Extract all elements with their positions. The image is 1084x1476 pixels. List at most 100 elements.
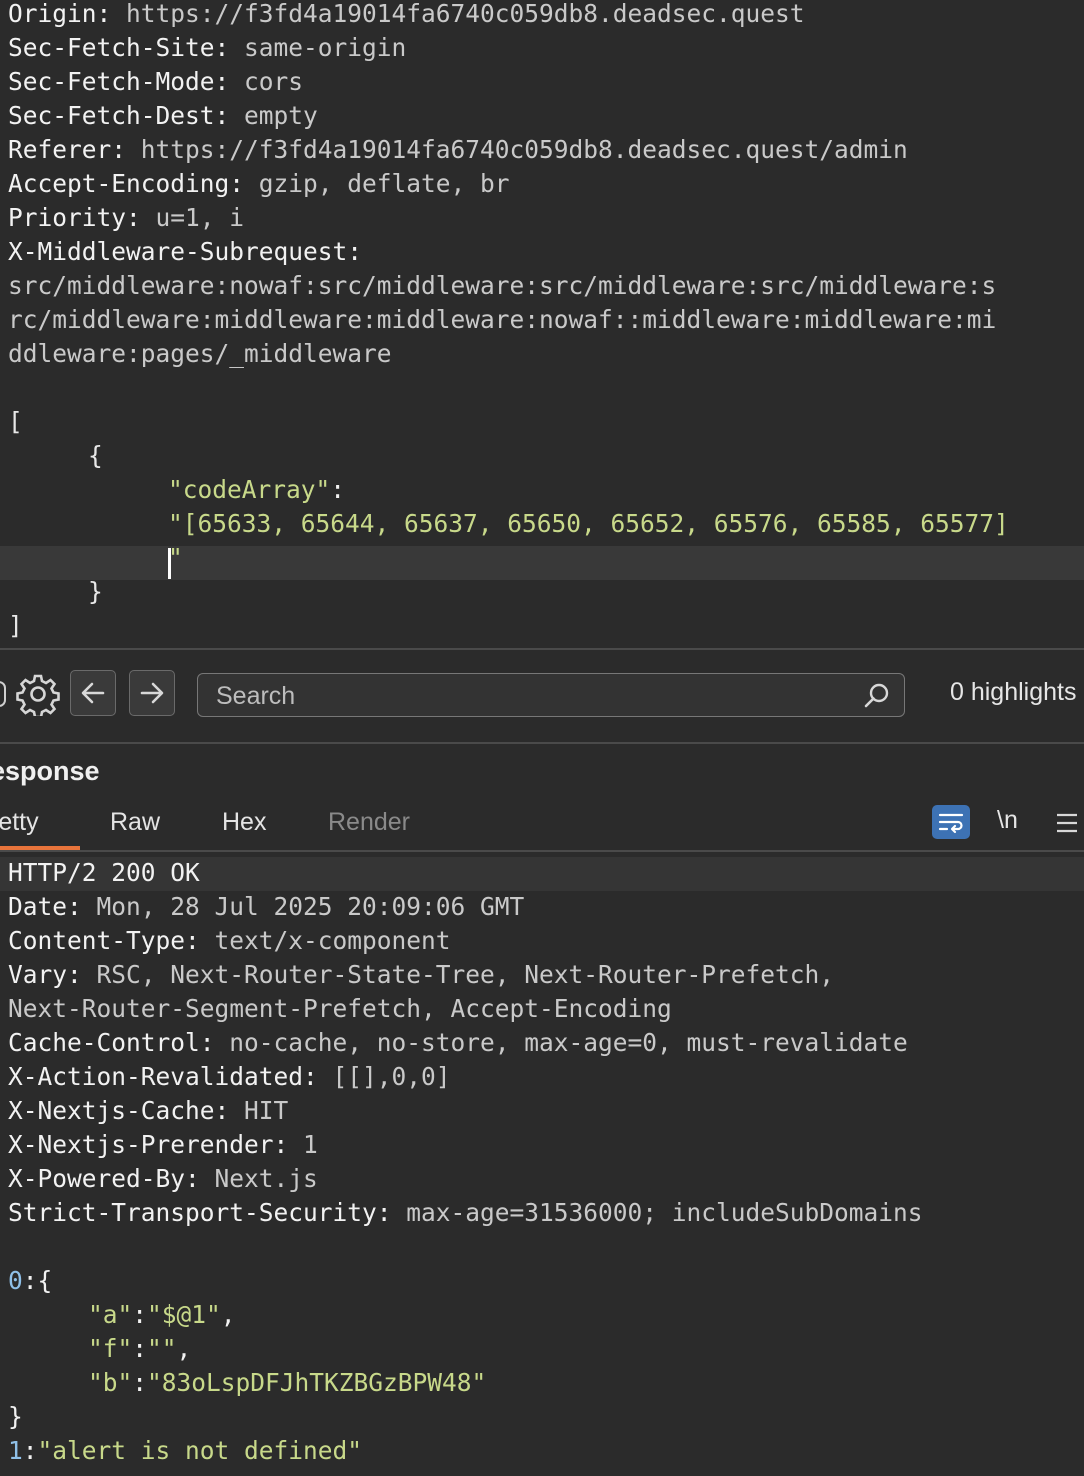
header-value: https://f3fd4a19014fa6740c059db8.deadsec… [111,0,805,28]
request-header-middleware-subrequest: X-Middleware-Subrequest: [8,235,362,269]
header-value: HIT [229,1096,289,1125]
request-editor[interactable]: Origin: https://f3fd4a19014fa6740c059db8… [0,0,1084,648]
current-line-highlight [0,546,1084,580]
json-open-brace: { [88,441,103,470]
header-value: empty [229,101,318,130]
tab-pretty[interactable]: retty [0,808,39,837]
show-newlines-button[interactable]: \n [997,806,1018,835]
request-header-origin: Origin: https://f3fd4a19014fa6740c059db8… [8,0,805,31]
text-caret [168,548,171,579]
header-key: X-Middleware-Subrequest: [8,237,363,266]
word-wrap-button[interactable] [932,805,970,839]
response-header: Strict-Transport-Security: max-age=31536… [8,1196,923,1230]
json-value: "alert is not defined" [37,1436,363,1465]
header-value: https://f3fd4a19014fa6740c059db8.deadsec… [126,135,908,164]
json-open-bracket: [ [8,407,23,436]
json-key-line: "codeArray": [168,473,345,507]
punctuation: , [176,1334,192,1363]
request-header-sec-fetch-site: Sec-Fetch-Site: same-origin [8,31,406,65]
response-header: X-Powered-By: Next.js [8,1162,318,1196]
gear-icon[interactable] [16,672,60,719]
forward-button[interactable] [129,670,175,716]
header-value: RSC, Next-Router-State-Tree, Next-Router… [81,960,835,989]
arrow-left-icon [81,682,105,704]
search-box[interactable] [197,673,905,717]
menu-icon[interactable] [1054,810,1080,836]
header-value: text/x-component [199,926,451,955]
tab-raw[interactable]: Raw [110,808,160,837]
header-key: Sec-Fetch-Site: [8,33,230,62]
response-status-line: HTTP/2 200 OK [8,858,200,887]
request-header-referer: Referer: https://f3fd4a19014fa6740c059db… [8,133,908,167]
json-value-line: "[65633, 65644, 65637, 65650, 65652, 655… [168,509,1009,538]
header-key: Date: [8,892,82,921]
help-icon[interactable] [0,681,6,707]
json-value: "" [147,1334,177,1363]
json-entry-f: "f":"", [88,1332,191,1366]
header-value: gzip, deflate, br [244,169,510,198]
subrequest-value-line: ddleware:pages/_middleware [8,339,392,368]
tab-render[interactable]: Render [328,808,410,837]
header-key: Content-Type: [8,926,200,955]
header-value: cors [229,67,304,96]
request-header-priority: Priority: u=1, i [8,201,244,235]
highlights-count: 0 highlights [950,678,1077,706]
subrequest-value-line: rc/middleware:middleware:middleware:nowa… [8,305,997,334]
back-button[interactable] [70,670,116,716]
punctuation: :{ [22,1266,53,1295]
header-key: Accept-Encoding: [8,169,245,198]
pane-divider[interactable] [0,742,1084,744]
header-value: Next-Router-Segment-Prefetch, Accept-Enc… [8,994,672,1023]
punctuation: : [132,1368,148,1397]
header-key: Cache-Control: [8,1028,215,1057]
response-header: Content-Type: text/x-component [8,924,451,958]
response-header: X-Action-Revalidated: [[],0,0] [8,1060,451,1094]
request-header-accept-encoding: Accept-Encoding: gzip, deflate, br [8,167,510,201]
json-value: "83oLspDFJhTKZBGzBPW48" [147,1368,487,1397]
line-id: 1 [8,1436,23,1465]
json-close-bracket: ] [8,611,23,640]
json-key: "codeArray" [168,475,331,504]
json-key: "f" [88,1334,133,1363]
response-header: Vary: RSC, Next-Router-State-Tree, Next-… [8,958,834,992]
response-header: Cache-Control: no-cache, no-store, max-a… [8,1026,908,1060]
punctuation: , [220,1300,236,1329]
header-value: Mon, 28 Jul 2025 20:09:06 GMT [81,892,525,921]
rsc-line-1: 1:"alert is not defined" [8,1434,362,1468]
response-title: esponse [0,756,100,786]
header-key: Vary: [8,960,82,989]
request-header-sec-fetch-dest: Sec-Fetch-Dest: empty [8,99,318,133]
json-key: "a" [88,1300,133,1329]
header-value: Next.js [199,1164,318,1193]
header-key: Strict-Transport-Security: [8,1198,392,1227]
header-key: X-Action-Revalidated: [8,1062,318,1091]
punctuation: : [132,1334,148,1363]
response-header: X-Nextjs-Cache: HIT [8,1094,288,1128]
header-key: Sec-Fetch-Dest: [8,101,230,130]
header-key: Referer: [8,135,127,164]
punctuation: : [22,1436,38,1465]
line-id: 0 [8,1266,23,1295]
search-input[interactable] [214,678,838,714]
wrap-icon [938,813,964,834]
subrequest-value-line: src/middleware:nowaf:src/middleware:src/… [8,271,997,300]
header-key: X-Nextjs-Prerender: [8,1130,289,1159]
search-icon[interactable] [862,681,892,711]
header-key: Priority: [8,203,141,232]
json-value: "$@1" [147,1300,221,1329]
response-header: Date: Mon, 28 Jul 2025 20:09:06 GMT [8,890,524,924]
header-value: u=1, i [140,203,245,232]
rsc-line-0: 0:{ [8,1264,52,1298]
json-key: "b" [88,1368,133,1397]
request-header-sec-fetch-mode: Sec-Fetch-Mode: cors [8,65,303,99]
header-key: Origin: [8,0,112,28]
tab-hex[interactable]: Hex [222,808,266,837]
header-key: X-Powered-By: [8,1164,200,1193]
arrow-right-icon [140,682,164,704]
response-header: X-Nextjs-Prerender: 1 [8,1128,318,1162]
punctuation: : [132,1300,148,1329]
header-value: same-origin [229,33,407,62]
header-key: X-Nextjs-Cache: [8,1096,230,1125]
json-entry-b: "b":"83oLspDFJhTKZBGzBPW48" [88,1366,486,1400]
header-value: 1 [288,1130,318,1159]
